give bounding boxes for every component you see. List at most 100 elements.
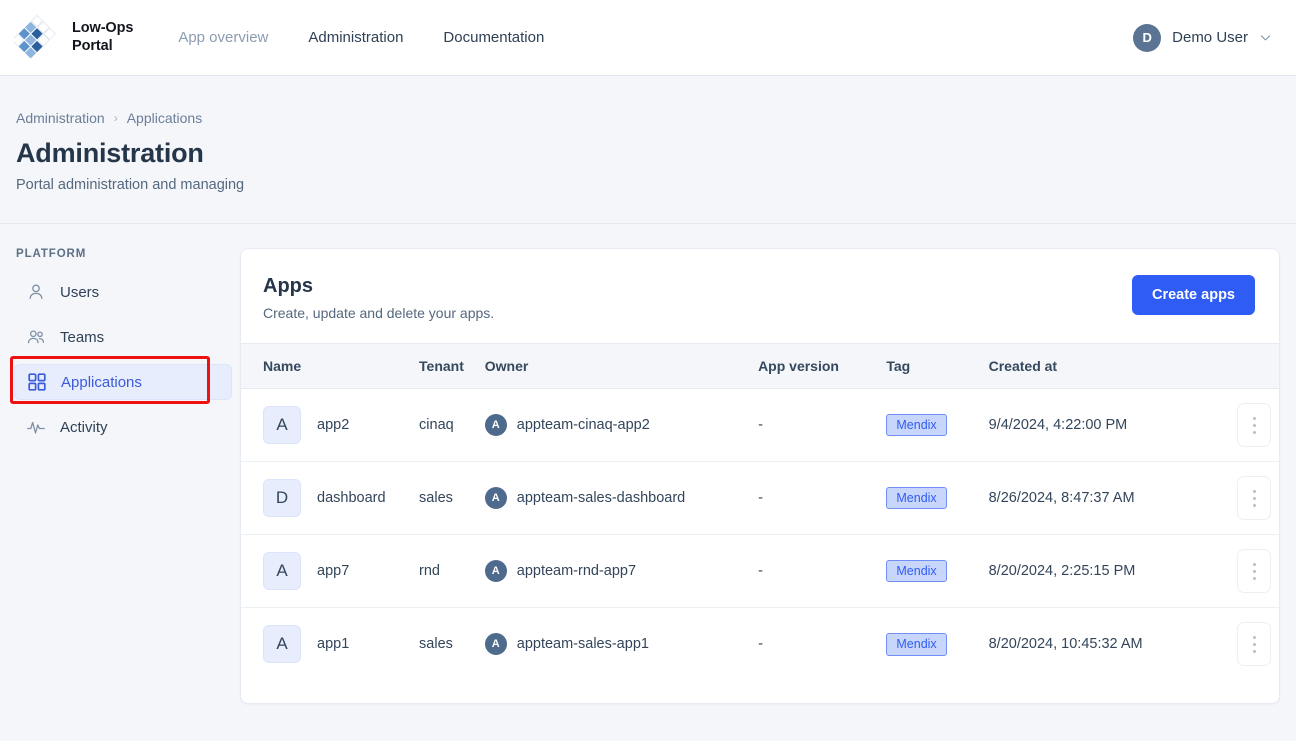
- cell-owner: A appteam-sales-app1: [477, 608, 750, 681]
- cell-owner: A appteam-rnd-app7: [476, 534, 751, 608]
- column-header-actions: [1195, 343, 1279, 389]
- apps-card: Apps Create, update and delete your apps…: [240, 248, 1280, 704]
- users-group-icon: [27, 330, 45, 344]
- nav-link-app-overview[interactable]: App overview: [178, 29, 268, 46]
- apps-table-body: A app2 cinaq A appteam-cinaq-app2 - Mend…: [241, 388, 1279, 681]
- main-content: Apps Create, update and delete your apps…: [240, 248, 1296, 704]
- main-nav: App overview Administration Documentatio…: [178, 29, 544, 46]
- cell-name: A app7: [241, 534, 412, 608]
- sidebar-item-label: Applications: [61, 373, 142, 391]
- column-header-tenant[interactable]: Tenant: [411, 343, 477, 389]
- apps-table-head: Name Tenant Owner App version Tag Create…: [241, 343, 1279, 389]
- cell-app-version: -: [750, 461, 879, 535]
- sidebar-item-activity[interactable]: Activity: [14, 409, 232, 445]
- cell-created-at: 8/20/2024, 10:45:32 AM: [988, 636, 1143, 653]
- kebab-menu-icon[interactable]: [1237, 403, 1271, 447]
- owner-avatar: A: [484, 633, 507, 656]
- chevron-down-icon: [1260, 35, 1271, 41]
- cell-app-version: -: [750, 388, 879, 462]
- sidebar-section-label: PLATFORM: [16, 248, 87, 260]
- kebab-menu-icon[interactable]: [1237, 622, 1271, 667]
- table-row[interactable]: A app7 rnd A appteam-rnd-app7 - Mendix 8…: [241, 534, 1279, 608]
- table-header-row: Name Tenant Owner App version Tag Create…: [241, 343, 1279, 389]
- apps-table: Name Tenant Owner App version Tag Create…: [241, 343, 1279, 681]
- page-title: Administration: [16, 138, 204, 168]
- cell-tenant: sales: [411, 461, 477, 535]
- sidebar-item-users[interactable]: Users: [14, 274, 232, 310]
- breadcrumb-item-administration[interactable]: Administration: [16, 110, 105, 126]
- status-badge: Mendix: [886, 559, 947, 583]
- owner-avatar: A: [484, 414, 507, 436]
- table-row[interactable]: A app1 sales A appteam-sales-app1 - Mend…: [241, 608, 1279, 681]
- app-name: app2: [317, 417, 350, 433]
- cell-actions: [1195, 534, 1279, 608]
- apps-card-titles: Apps Create, update and delete your apps…: [263, 275, 494, 321]
- cell-tag: Mendix: [878, 608, 980, 681]
- kebab-menu-icon[interactable]: [1237, 476, 1271, 520]
- app-name: app7: [317, 563, 350, 579]
- app-avatar: D: [263, 479, 301, 517]
- create-apps-button[interactable]: Create apps: [1131, 275, 1255, 315]
- owner-name: appteam-sales-app1: [516, 636, 649, 653]
- status-badge: Mendix: [886, 486, 947, 510]
- cell-app-version: -: [758, 636, 763, 653]
- cell-name: A app1: [241, 608, 411, 681]
- kebab-menu-icon[interactable]: [1237, 549, 1271, 593]
- apps-card-header: Apps Create, update and delete your apps…: [241, 249, 1279, 343]
- app-name: dashboard: [317, 490, 386, 506]
- column-header-tag[interactable]: Tag: [878, 343, 981, 389]
- cell-tag: Mendix: [878, 461, 981, 535]
- column-header-created-at[interactable]: Created at: [980, 343, 1196, 389]
- page-body: PLATFORM Users Teams Applications Activi…: [0, 224, 1296, 704]
- brand-name: Low-Ops Portal: [72, 20, 134, 54]
- cell-actions: [1195, 388, 1279, 462]
- nav-link-documentation[interactable]: Documentation: [443, 29, 544, 46]
- sidebar-item-applications[interactable]: Applications: [14, 364, 232, 400]
- page-subtitle: Portal administration and managing: [16, 177, 245, 193]
- cell-created-at: 8/20/2024, 2:25:15 PM: [980, 534, 1196, 608]
- sidebar-item-label: Teams: [60, 328, 105, 346]
- activity-pulse-icon: [27, 421, 45, 434]
- cell-name: D dashboard: [241, 461, 412, 535]
- sidebar: PLATFORM Users Teams Applications Activi…: [0, 248, 240, 704]
- cell-owner: A appteam-cinaq-app2: [476, 388, 751, 462]
- sidebar-item-teams[interactable]: Teams: [14, 319, 232, 355]
- status-badge: Mendix: [886, 413, 947, 437]
- owner-avatar: A: [484, 487, 507, 509]
- breadcrumb-item-applications[interactable]: Applications: [127, 110, 203, 126]
- avatar: D: [1133, 23, 1162, 52]
- cell-created-at: 9/4/2024, 4:22:00 PM: [980, 388, 1196, 462]
- owner-name: appteam-sales-dashboard: [516, 490, 686, 506]
- table-row[interactable]: D dashboard sales A appteam-sales-dashbo…: [241, 461, 1279, 535]
- column-header-app-version[interactable]: App version: [750, 343, 879, 389]
- sidebar-item-label: Users: [60, 283, 100, 301]
- user-name: Demo User: [1172, 29, 1248, 46]
- cell-name: A app2: [241, 388, 412, 462]
- owner-avatar: A: [484, 560, 507, 582]
- app-name: app1: [317, 636, 350, 653]
- cell-tag: Mendix: [878, 388, 981, 462]
- brand-logo[interactable]: Low-Ops Portal: [14, 14, 134, 61]
- apps-title: Apps: [263, 275, 313, 297]
- owner-name: appteam-rnd-app7: [516, 563, 637, 579]
- page-header: Administration › Applications Administra…: [0, 76, 1296, 224]
- status-badge: Mendix: [886, 633, 947, 656]
- cell-created-at: 8/26/2024, 8:47:37 AM: [980, 461, 1196, 535]
- column-header-owner[interactable]: Owner: [476, 343, 751, 389]
- table-row[interactable]: A app2 cinaq A appteam-cinaq-app2 - Mend…: [241, 388, 1279, 462]
- grid-squares-icon: [28, 373, 46, 391]
- owner-name: appteam-cinaq-app2: [516, 417, 650, 433]
- cell-app-version: -: [750, 534, 879, 608]
- cell-actions: [1195, 461, 1279, 535]
- diamond-grid-logo-icon: [14, 14, 56, 59]
- cell-tenant: rnd: [411, 534, 477, 608]
- breadcrumb-separator-icon: ›: [113, 111, 118, 125]
- cell-tenant: cinaq: [411, 388, 477, 462]
- nav-link-administration[interactable]: Administration: [308, 29, 403, 46]
- app-avatar: A: [263, 406, 301, 444]
- apps-subtitle: Create, update and delete your apps.: [263, 305, 495, 321]
- breadcrumb: Administration › Applications: [16, 110, 1296, 126]
- top-navigation-bar: Low-Ops Portal App overview Administrati…: [0, 0, 1296, 76]
- user-menu[interactable]: D Demo User: [1133, 23, 1272, 52]
- column-header-name[interactable]: Name: [241, 343, 412, 389]
